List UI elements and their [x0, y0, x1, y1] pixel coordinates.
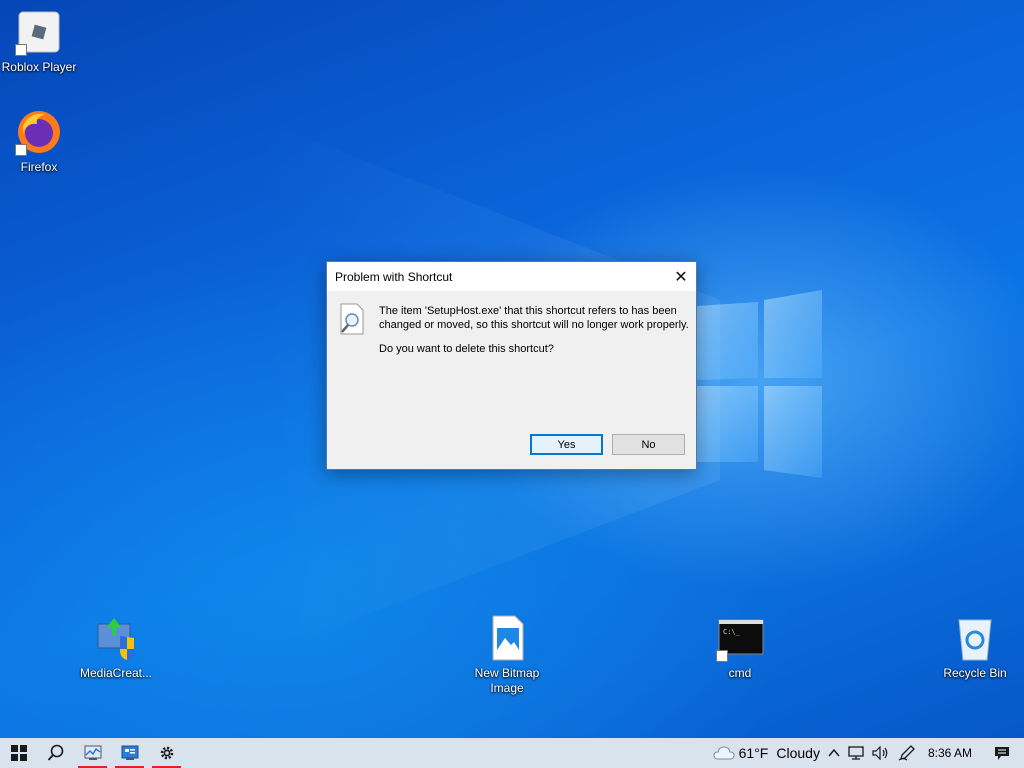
- desktop-icon-roblox-player[interactable]: Roblox Player: [0, 8, 81, 75]
- system-info-icon: [121, 745, 138, 760]
- dialog-title: Problem with Shortcut: [335, 269, 453, 284]
- pen-workspace-button[interactable]: [894, 738, 920, 768]
- yes-button[interactable]: Yes: [530, 434, 603, 455]
- pen-icon: [898, 745, 915, 761]
- notification-icon: [995, 746, 1009, 760]
- media-creation-tool-icon: [92, 614, 140, 662]
- volume-button[interactable]: [868, 738, 894, 768]
- dialog-titlebar[interactable]: Problem with Shortcut ✕: [327, 262, 696, 291]
- show-hidden-icons-button[interactable]: [824, 738, 844, 768]
- firefox-icon: [15, 108, 63, 156]
- svg-text:C:\_: C:\_: [723, 628, 741, 636]
- taskbar: 61°F Cloudy 8:36 AM: [0, 738, 1024, 768]
- missing-file-search-icon: [339, 303, 365, 335]
- no-button[interactable]: No: [612, 434, 685, 455]
- weather-temperature: 61°F: [738, 745, 769, 761]
- desktop-icon-label: New Bitmap Image: [474, 666, 540, 695]
- network-icon: [848, 746, 864, 760]
- cloud-icon: [713, 746, 735, 760]
- performance-monitor-icon: [84, 745, 101, 760]
- problem-with-shortcut-dialog: Problem with Shortcut ✕ The item 'SetupH…: [326, 261, 697, 470]
- notifications-button[interactable]: [984, 738, 1024, 768]
- desktop-icon-firefox[interactable]: Firefox: [0, 108, 81, 175]
- desktop-icon-label: Recycle Bin: [943, 666, 1007, 680]
- search-button[interactable]: [37, 738, 74, 768]
- desktop-icon-media-creation-tool[interactable]: MediaCreat...: [74, 614, 158, 681]
- clock[interactable]: 8:36 AM: [920, 738, 984, 768]
- recycle-bin-icon: [951, 614, 999, 662]
- close-button[interactable]: ✕: [666, 262, 696, 291]
- search-icon: [47, 744, 63, 761]
- weather-condition: Cloudy: [776, 745, 820, 761]
- system-tray: 61°F Cloudy 8:36 AM: [709, 738, 1024, 768]
- network-button[interactable]: [844, 738, 868, 768]
- shortcut-arrow-icon: [15, 44, 27, 56]
- close-icon: ✕: [674, 268, 688, 286]
- taskbar-app-settings[interactable]: [148, 738, 185, 768]
- dialog-body: The item 'SetupHost.exe' that this short…: [327, 291, 696, 469]
- shortcut-arrow-icon: [716, 650, 728, 662]
- taskbar-app-system-info[interactable]: [111, 738, 148, 768]
- gear-icon: [160, 746, 173, 760]
- desktop-icon-label: Roblox Player: [1, 60, 77, 74]
- taskbar-app-performance-monitor[interactable]: [74, 738, 111, 768]
- weather-widget[interactable]: 61°F Cloudy: [709, 738, 824, 768]
- command-prompt-icon: C:\_: [716, 614, 764, 662]
- bitmap-image-icon: [483, 614, 531, 662]
- shortcut-arrow-icon: [15, 144, 27, 156]
- desktop-icon-new-bitmap-image[interactable]: New Bitmap Image: [465, 614, 549, 696]
- desktop-icon-cmd[interactable]: C:\_ cmd: [698, 614, 782, 681]
- chevron-up-icon: [828, 748, 840, 757]
- desktop-icon-label: MediaCreat...: [79, 666, 153, 680]
- speaker-icon: [872, 746, 888, 760]
- desktop-icon-recycle-bin[interactable]: Recycle Bin: [933, 614, 1017, 681]
- dialog-message: The item 'SetupHost.exe' that this short…: [379, 305, 689, 331]
- start-button[interactable]: [0, 738, 37, 768]
- desktop-icon-label: cmd: [728, 666, 752, 680]
- roblox-icon: [15, 8, 63, 56]
- dialog-question: Do you want to delete this shortcut?: [379, 343, 554, 355]
- desktop-icon-label: Firefox: [20, 160, 58, 174]
- windows-start-icon: [10, 745, 27, 761]
